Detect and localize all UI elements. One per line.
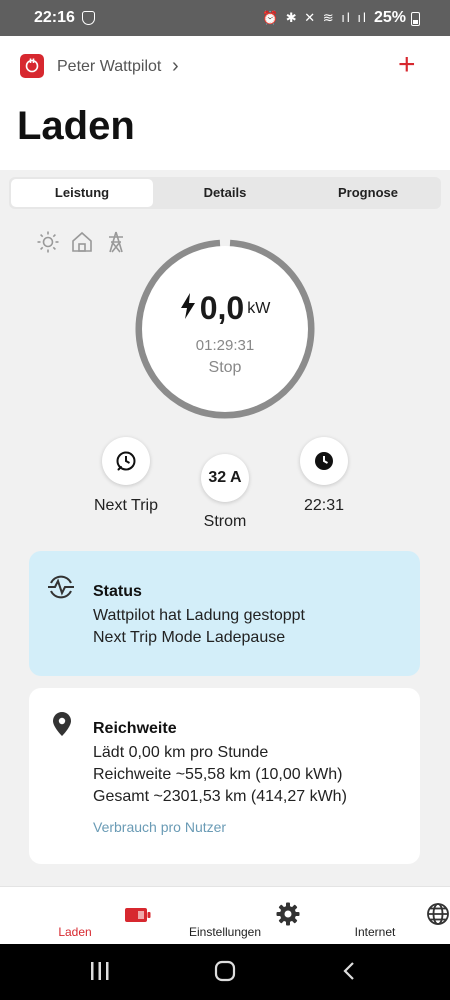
add-device-button[interactable]: + bbox=[398, 50, 416, 80]
status-icons: ⏰ ✱ ✕ ≋ ıl ıl bbox=[262, 10, 368, 25]
status-title: Status bbox=[93, 583, 142, 600]
nav-label-einstellungen: Einstellungen bbox=[188, 925, 262, 939]
status-bar: 22:16 ⏰ ✱ ✕ ≋ ıl ıl 25% bbox=[0, 0, 450, 36]
nav-label-laden: Laden bbox=[58, 925, 92, 939]
sun-icon bbox=[36, 230, 62, 256]
location-pin-icon bbox=[53, 712, 71, 741]
status-line-1: Wattpilot hat Ladung gestoppt bbox=[93, 607, 305, 624]
nav-einstellungen[interactable]: Einstellungen bbox=[150, 887, 300, 945]
schedule-time-button[interactable] bbox=[300, 437, 348, 485]
range-title: Reichweite bbox=[93, 720, 177, 737]
status-time: 22:16 bbox=[34, 9, 75, 26]
lightning-icon bbox=[180, 293, 196, 324]
nav-internet[interactable]: Internet bbox=[300, 887, 450, 945]
power-unit: kW bbox=[247, 299, 271, 317]
range-card: Reichweite Lädt 0,00 km pro Stunde Reich… bbox=[29, 688, 420, 864]
device-logo-icon[interactable] bbox=[20, 54, 44, 78]
current-label: Strom bbox=[203, 513, 247, 530]
segmented-tabs: Leistung Details Prognose bbox=[9, 177, 441, 209]
app-header bbox=[0, 36, 450, 170]
recent-apps-icon[interactable] bbox=[90, 962, 110, 980]
current-button[interactable]: 32 A bbox=[201, 454, 249, 502]
consumption-per-user-link[interactable]: Verbrauch pro Nutzer bbox=[93, 819, 226, 835]
bottom-nav: Laden Einstellungen Internet bbox=[0, 886, 450, 945]
home-icon[interactable] bbox=[214, 960, 236, 982]
tab-prognose[interactable]: Prognose bbox=[297, 179, 439, 207]
power-readout: 0,0 kW bbox=[134, 290, 316, 327]
schedule-time-label: 22:31 bbox=[303, 497, 345, 514]
status-line-2: Next Trip Mode Ladepause bbox=[93, 629, 286, 646]
device-selector[interactable]: Peter Wattpilot bbox=[57, 58, 161, 76]
back-icon[interactable] bbox=[342, 961, 356, 981]
charging-power-gauge[interactable]: 0,0 kW 01:29:31 Stop bbox=[134, 238, 316, 420]
current-value: 32 A bbox=[208, 469, 242, 486]
nav-laden[interactable]: Laden bbox=[0, 887, 151, 945]
tab-details[interactable]: Details bbox=[154, 179, 296, 207]
shield-icon bbox=[82, 11, 95, 25]
chevron-right-icon[interactable]: › bbox=[172, 55, 179, 78]
charging-state: Stop bbox=[208, 359, 242, 376]
range-line-1: Lädt 0,00 km pro Stunde bbox=[93, 744, 269, 761]
next-trip-button[interactable] bbox=[102, 437, 150, 485]
range-line-2: Reichweite ~55,58 km (10,00 kWh) bbox=[93, 766, 343, 783]
gauge-center bbox=[142, 246, 308, 412]
power-value: 0,0 bbox=[199, 290, 245, 326]
tab-leistung[interactable]: Leistung bbox=[11, 179, 153, 207]
system-nav-bar bbox=[0, 944, 450, 1000]
house-icon bbox=[70, 230, 96, 256]
status-card[interactable]: Status Wattpilot hat Ladung gestoppt Nex… bbox=[29, 551, 420, 676]
activity-pulse-icon bbox=[47, 573, 75, 606]
nav-label-internet: Internet bbox=[354, 925, 396, 939]
battery-percent: 25% bbox=[374, 9, 407, 26]
charging-duration: 01:29:31 bbox=[195, 337, 255, 354]
battery-icon bbox=[411, 12, 420, 26]
range-line-3: Gesamt ~2301,53 km (414,27 kWh) bbox=[93, 788, 347, 805]
power-tower-icon bbox=[104, 230, 130, 256]
page-title: Laden bbox=[17, 104, 135, 148]
